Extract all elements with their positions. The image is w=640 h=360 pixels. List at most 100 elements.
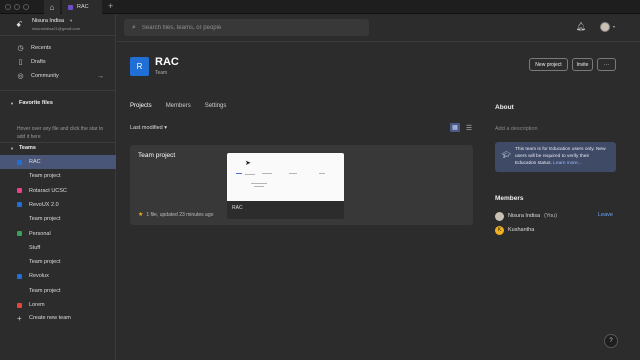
globe-icon: ◎	[17, 73, 24, 80]
leave-team-button[interactable]: Leave	[598, 212, 613, 218]
home-icon: ⌂	[49, 2, 55, 12]
file-icon: ▯	[18, 59, 23, 66]
preview-line	[289, 173, 297, 174]
tab-projects[interactable]: Projects	[130, 103, 152, 109]
team-spacer	[17, 217, 22, 222]
team-label: RAC	[29, 159, 41, 165]
sidebar-item-team[interactable]: Revolux	[0, 269, 116, 283]
description-input[interactable]: Add a description	[495, 126, 538, 132]
grid-view-button[interactable]: ▦	[450, 123, 460, 132]
account-switcher[interactable]: ꗃ Nisura Indisa ▾ nisuraindisa21@gmail.c…	[0, 14, 116, 36]
caret-down-icon: ▼	[10, 100, 14, 106]
avatar[interactable]	[600, 22, 610, 32]
about-heading: About	[495, 104, 514, 111]
teams-section-toggle[interactable]: ▼ Teams	[0, 142, 116, 154]
help-button[interactable]: ?	[604, 334, 618, 348]
new-tab-button[interactable]: +	[108, 1, 113, 11]
file-preview: ➤	[227, 153, 344, 201]
sidebar-item-team[interactable]: Stuff	[0, 241, 116, 255]
member-row: Nisura Indisa (You)	[495, 211, 557, 221]
grid-icon: ▦	[452, 125, 458, 131]
member-name: Nisura Indisa	[508, 213, 541, 219]
search-icon: ⌕	[132, 23, 136, 31]
main-content: R RAC Team Projects Members Settings Las…	[117, 43, 493, 360]
create-new-team-button[interactable]: + Create new team	[0, 311, 116, 325]
graduation-cap-icon: 🎓︎	[502, 152, 511, 159]
team-info-panel: About Add a description 🎓︎ This team is …	[493, 43, 640, 360]
content-tabs: Projects Members Settings	[130, 103, 226, 109]
notifications-bell-icon[interactable]: 🔔︎	[576, 22, 586, 31]
avatar	[495, 211, 504, 221]
team-label: Personal	[29, 230, 51, 237]
preview-line	[245, 174, 255, 175]
preview-line	[319, 173, 325, 174]
team-color-icon	[17, 273, 22, 279]
team-spacer	[17, 260, 22, 265]
tab-rac[interactable]: RAC	[62, 0, 102, 14]
chevron-down-icon: ▾	[70, 18, 73, 23]
minimize-window-button[interactable]	[14, 4, 20, 10]
project-card[interactable]: Team project ➤ RAC ★ 1 file, updated 23 …	[130, 145, 473, 225]
avatar: K	[495, 225, 504, 235]
create-team-label: Create new team	[29, 315, 71, 321]
search-box[interactable]: ⌕	[124, 19, 369, 36]
learn-more-link[interactable]: Learn more...	[553, 161, 582, 166]
favorites-section-toggle[interactable]: ▼ Favorite files	[0, 97, 116, 109]
user-email: nisuraindisa21@gmail.com	[32, 26, 81, 31]
chevron-down-icon[interactable]: ▾	[613, 24, 615, 29]
sidebar-item-team[interactable]: Personal	[0, 227, 116, 241]
caret-down-icon: ▼	[10, 145, 14, 151]
sidebar-item-team[interactable]: Team project	[0, 255, 116, 269]
figma-logo-icon: ꗃ	[16, 20, 23, 29]
sidebar-item-community[interactable]: ◎ Community →	[0, 69, 116, 83]
sort-dropdown[interactable]: Last modified ▾	[130, 125, 167, 131]
maximize-window-button[interactable]	[23, 4, 29, 10]
clock-icon: ◷	[17, 45, 24, 52]
close-window-button[interactable]	[5, 4, 11, 10]
cursor-icon: ➤	[245, 160, 251, 167]
figma-window: ⌂ RAC + ꗃ Nisura Indisa ▾ nisuraindisa21…	[0, 0, 640, 360]
search-input[interactable]	[141, 24, 362, 31]
project-name: Team project	[138, 152, 176, 159]
user-name: Nisura Indisa	[32, 18, 65, 24]
member-row: K Kushantha	[495, 225, 534, 235]
team-label: Rotaract UCSC	[29, 187, 67, 194]
sidebar-item-drafts[interactable]: ▯ Drafts	[0, 55, 116, 69]
list-view-button[interactable]: ☰	[464, 123, 474, 132]
sidebar-item-team[interactable]: Rotaract UCSC	[0, 184, 116, 198]
sidebar-item-team[interactable]: Team project	[0, 284, 116, 298]
sidebar-item-team[interactable]: RevoUX 2.0	[0, 198, 116, 212]
divider	[0, 90, 116, 91]
title-bar: ⌂ RAC +	[0, 0, 640, 14]
top-bar: ⌕ 🔔︎ ▾	[117, 14, 640, 42]
favorites-hint: Hover over any file and click the star t…	[17, 126, 104, 140]
team-spacer	[17, 245, 22, 250]
team-color-icon	[17, 159, 22, 165]
team-label: Team project	[29, 259, 61, 266]
sidebar-item-team[interactable]: Team project	[0, 212, 116, 226]
team-avatar: R	[130, 57, 149, 76]
team-icon	[68, 4, 73, 10]
sidebar-item-team[interactable]: Lorem	[0, 298, 116, 312]
sidebar-item-team[interactable]: RAC	[0, 155, 116, 169]
star-icon[interactable]: ★	[138, 211, 143, 218]
member-name: Kushantha	[508, 227, 535, 233]
arrow-right-icon: →	[97, 72, 104, 80]
home-tab[interactable]: ⌂	[44, 0, 60, 14]
file-thumbnail[interactable]: ➤ RAC	[227, 153, 344, 219]
team-color-icon	[17, 188, 22, 194]
team-color-icon	[17, 302, 22, 308]
team-label: Revolux	[29, 273, 49, 280]
team-label: Team project	[29, 173, 61, 180]
sidebar-item-team[interactable]: Team project	[0, 169, 116, 183]
members-heading: Members	[495, 195, 524, 202]
sidebar-item-recents[interactable]: ◷ Recents	[0, 41, 116, 55]
section-title: Teams	[18, 145, 36, 151]
tab-members[interactable]: Members	[166, 103, 191, 109]
team-label: Team project	[29, 216, 61, 223]
tab-settings[interactable]: Settings	[205, 103, 227, 109]
education-notice-text: This team is for Education users only. N…	[515, 146, 611, 167]
file-name: RAC	[232, 205, 243, 211]
plus-icon: +	[17, 313, 22, 323]
preview-line	[236, 173, 242, 174]
